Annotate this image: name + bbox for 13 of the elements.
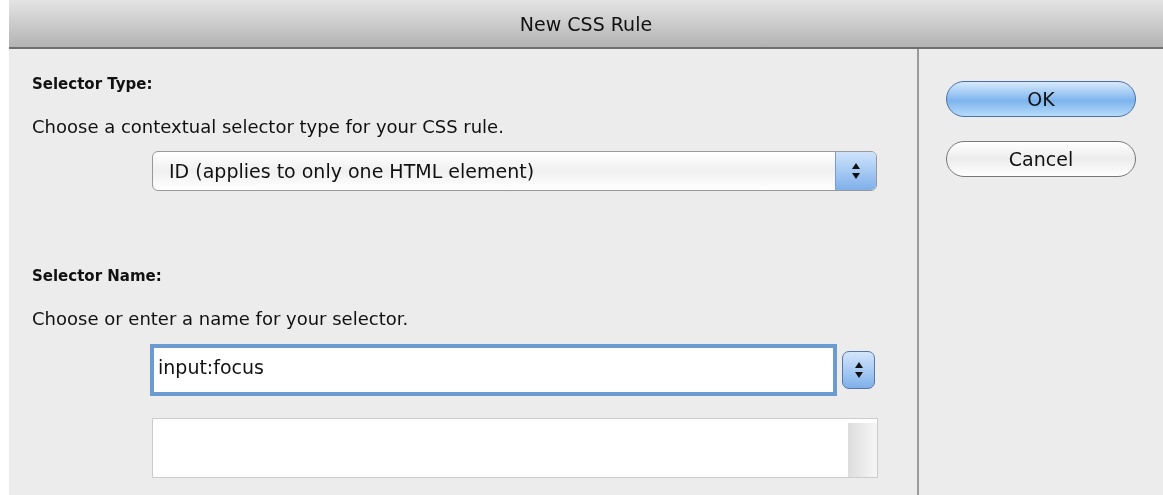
window-title: New CSS Rule	[519, 12, 653, 35]
description-text: Choose a contextual selector type for your CSS rule.	[32, 116, 505, 137]
stepper-arrows-icon[interactable]	[842, 351, 875, 389]
scrollbar[interactable]	[848, 423, 877, 477]
stepper-arrows-icon	[835, 152, 876, 190]
selector-name-field[interactable]: input:focus	[150, 344, 837, 396]
section-label: Selector Name:	[32, 267, 163, 285]
selector-list[interactable]	[152, 418, 878, 478]
dialog-button[interactable]: OK	[946, 81, 1136, 117]
section-label: Selector Type:	[32, 75, 154, 93]
dialog-button[interactable]: Cancel	[946, 141, 1136, 177]
selector-type-dropdown[interactable]: ID (applies to only one HTML element)	[152, 151, 877, 191]
description-text: Choose or enter a name for your selector.	[32, 308, 410, 329]
